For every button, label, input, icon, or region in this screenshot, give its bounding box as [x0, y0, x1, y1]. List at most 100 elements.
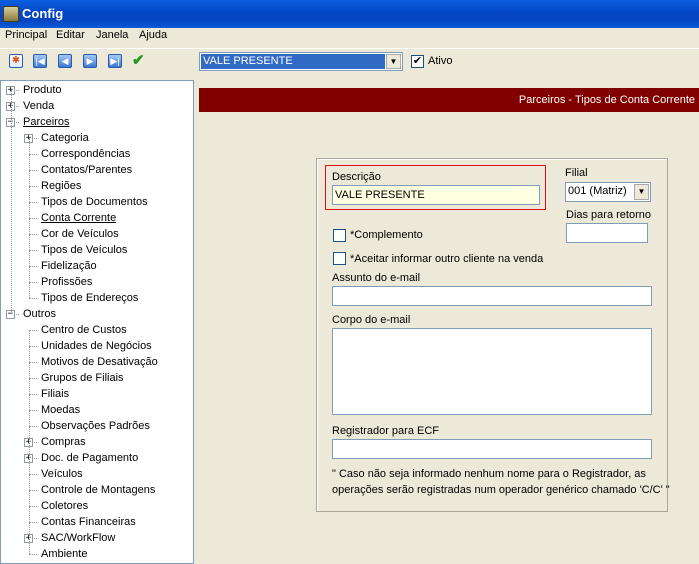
next-record-button[interactable]: ▶: [82, 53, 98, 69]
tree-guide: [29, 138, 30, 298]
last-icon: ▶|: [108, 54, 122, 68]
menu-janela[interactable]: Janela: [96, 29, 128, 41]
tree-connector: [29, 490, 37, 491]
tree-connector: [29, 410, 37, 411]
tree-connector: [29, 170, 37, 171]
assunto-input[interactable]: [332, 286, 652, 306]
descricao-label: Descrição: [332, 171, 381, 183]
corpo-textarea[interactable]: [332, 328, 652, 415]
previous-record-button[interactable]: ◀: [57, 53, 73, 69]
tree-connector: [29, 506, 37, 507]
tree-connector: [29, 186, 37, 187]
dias-retorno-label: Dias para retorno: [566, 209, 651, 221]
tree-connector: [29, 282, 37, 283]
registrador-note: " Caso não seja informado nenhum nome pa…: [332, 466, 672, 498]
tree-item-label: Produto: [23, 84, 62, 96]
descricao-input[interactable]: VALE PRESENTE: [332, 185, 540, 205]
tree-item-label: Venda: [23, 100, 55, 112]
tree-connector: [29, 154, 37, 155]
aceitar-cliente-label: *Aceitar informar outro cliente na venda: [350, 253, 544, 265]
tree-item-label: Coletores: [41, 500, 89, 512]
menu-ajuda[interactable]: Ajuda: [139, 29, 167, 41]
tree-connector: [29, 250, 37, 251]
last-record-button[interactable]: ▶|: [107, 53, 123, 69]
complemento-label: *Complemento: [350, 229, 423, 241]
tree-connector: [29, 266, 37, 267]
tree-item-label: Tipos de Endereços: [41, 292, 139, 304]
tree-item-label: Observações Padrões: [41, 420, 150, 432]
tree-item[interactable]: + Venda: [1, 98, 191, 114]
filial-label: Filial: [565, 167, 588, 179]
tree-item[interactable]: + Produto: [1, 82, 191, 98]
tree-item-label: Regiões: [41, 180, 82, 192]
tree-item-label: Parceiros: [23, 116, 70, 128]
record-selector[interactable]: VALE PRESENTE ▼: [199, 52, 403, 71]
registrador-note-line1: " Caso não seja informado nenhum nome pa…: [332, 468, 646, 480]
tree-item-label: Unidades de Negócios: [41, 340, 152, 352]
tree-connector: [29, 362, 37, 363]
next-icon: ▶: [83, 54, 97, 68]
chevron-down-icon[interactable]: ▼: [634, 184, 649, 200]
tree-item-label: Fidelização: [41, 260, 97, 272]
tree-connector: [29, 202, 37, 203]
filial-value: 001 (Matriz): [568, 185, 627, 197]
tree-item-label: Contas Financeiras: [41, 516, 136, 528]
ativo-checkbox[interactable]: ✔: [411, 55, 424, 68]
confirm-button[interactable]: ✔: [132, 53, 148, 69]
first-icon: |◀: [33, 54, 47, 68]
menu-bar: Principal Editar Janela Ajuda: [0, 28, 699, 46]
window-title: Config: [22, 6, 64, 21]
first-record-button[interactable]: |◀: [32, 53, 48, 69]
breadcrumb: Parceiros - Tipos de Conta Corrente: [518, 94, 695, 106]
registrador-note-line2: operações serão registradas num operador…: [332, 484, 670, 496]
tree-connector: [29, 298, 37, 299]
tree-connector: [29, 346, 37, 347]
tree-connector: [29, 522, 37, 523]
tree-item-label: Grupos de Filiais: [41, 372, 124, 384]
tree-item-label: Outros: [23, 308, 57, 320]
tree-item[interactable]: − Parceiros: [1, 114, 191, 130]
registrador-input[interactable]: [332, 439, 652, 459]
chevron-down-icon[interactable]: ▼: [386, 54, 401, 69]
tree-item-label: Doc. de Pagamento: [41, 452, 139, 464]
corpo-label: Corpo do e-mail: [332, 314, 411, 326]
tree-connector: [29, 426, 37, 427]
filial-select[interactable]: 001 (Matriz) ▼: [565, 182, 651, 202]
app-icon: [3, 6, 19, 22]
tree-item-label: Contatos/Parentes: [41, 164, 133, 176]
ativo-label: Ativo: [428, 55, 453, 67]
assunto-label: Assunto do e-mail: [332, 272, 421, 284]
navigation-tree: + Produto + Venda − Parceiros + Categoria Corres…: [0, 80, 194, 564]
tree-item-label: Centro de Custos: [41, 324, 127, 336]
tree-guide: [11, 90, 12, 314]
page-header: Parceiros - Tipos de Conta Corrente: [199, 88, 699, 112]
registrador-label: Registrador para ECF: [332, 425, 439, 437]
tree-connector: [29, 554, 37, 555]
tree-item-label: Filiais: [41, 388, 70, 400]
tree-item-label: Categoria: [41, 132, 89, 144]
tree-item-label: Correspondências: [41, 148, 131, 160]
tree-connector: [29, 234, 37, 235]
title-bar: Config: [0, 0, 699, 28]
tree-item-label: Motivos de Desativação: [41, 356, 158, 368]
aceitar-cliente-checkbox[interactable]: [333, 252, 346, 265]
tree-item-label: Conta Corrente: [41, 212, 117, 224]
tree-item-label: Compras: [41, 436, 86, 448]
tree-item[interactable]: − Outros: [1, 306, 191, 322]
tree-item-label: Profissões: [41, 276, 93, 288]
tree-item-label: Moedas: [41, 404, 81, 416]
tree-connector: [29, 394, 37, 395]
complemento-checkbox[interactable]: [333, 229, 346, 242]
tree-item-label: Veículos: [41, 468, 83, 480]
tree-item-label: Controle de Montagens: [41, 484, 156, 496]
tree-item-label: Cor de Veículos: [41, 228, 119, 240]
new-record-button[interactable]: ✱: [8, 53, 24, 69]
record-selector-value: VALE PRESENTE: [201, 54, 385, 69]
tree-item-label: Tipos de Documentos: [41, 196, 148, 208]
tree-item-label: SAC/WorkFlow: [41, 532, 116, 544]
dias-retorno-input[interactable]: [566, 223, 648, 243]
previous-icon: ◀: [58, 54, 72, 68]
tree-connector: [29, 218, 37, 219]
menu-principal[interactable]: Principal: [5, 29, 47, 41]
menu-editar[interactable]: Editar: [56, 29, 85, 41]
